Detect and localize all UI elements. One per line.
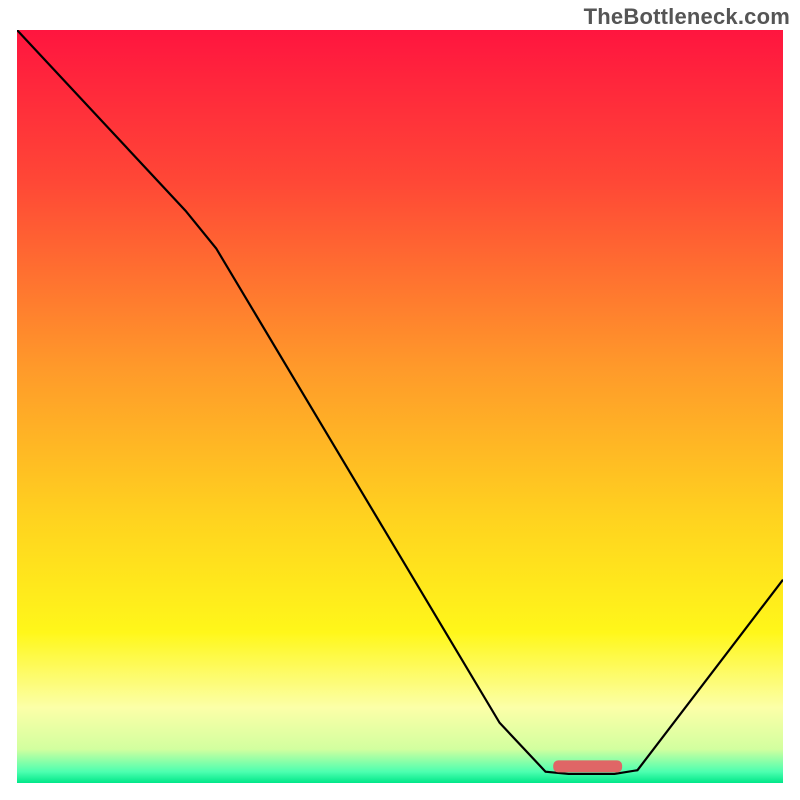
chart-svg bbox=[17, 30, 783, 783]
optimal-zone-marker bbox=[553, 760, 622, 772]
watermark-text: TheBottleneck.com bbox=[584, 4, 790, 30]
plot-area bbox=[17, 30, 783, 783]
gradient-background bbox=[17, 30, 783, 783]
bottleneck-chart: TheBottleneck.com bbox=[0, 0, 800, 800]
